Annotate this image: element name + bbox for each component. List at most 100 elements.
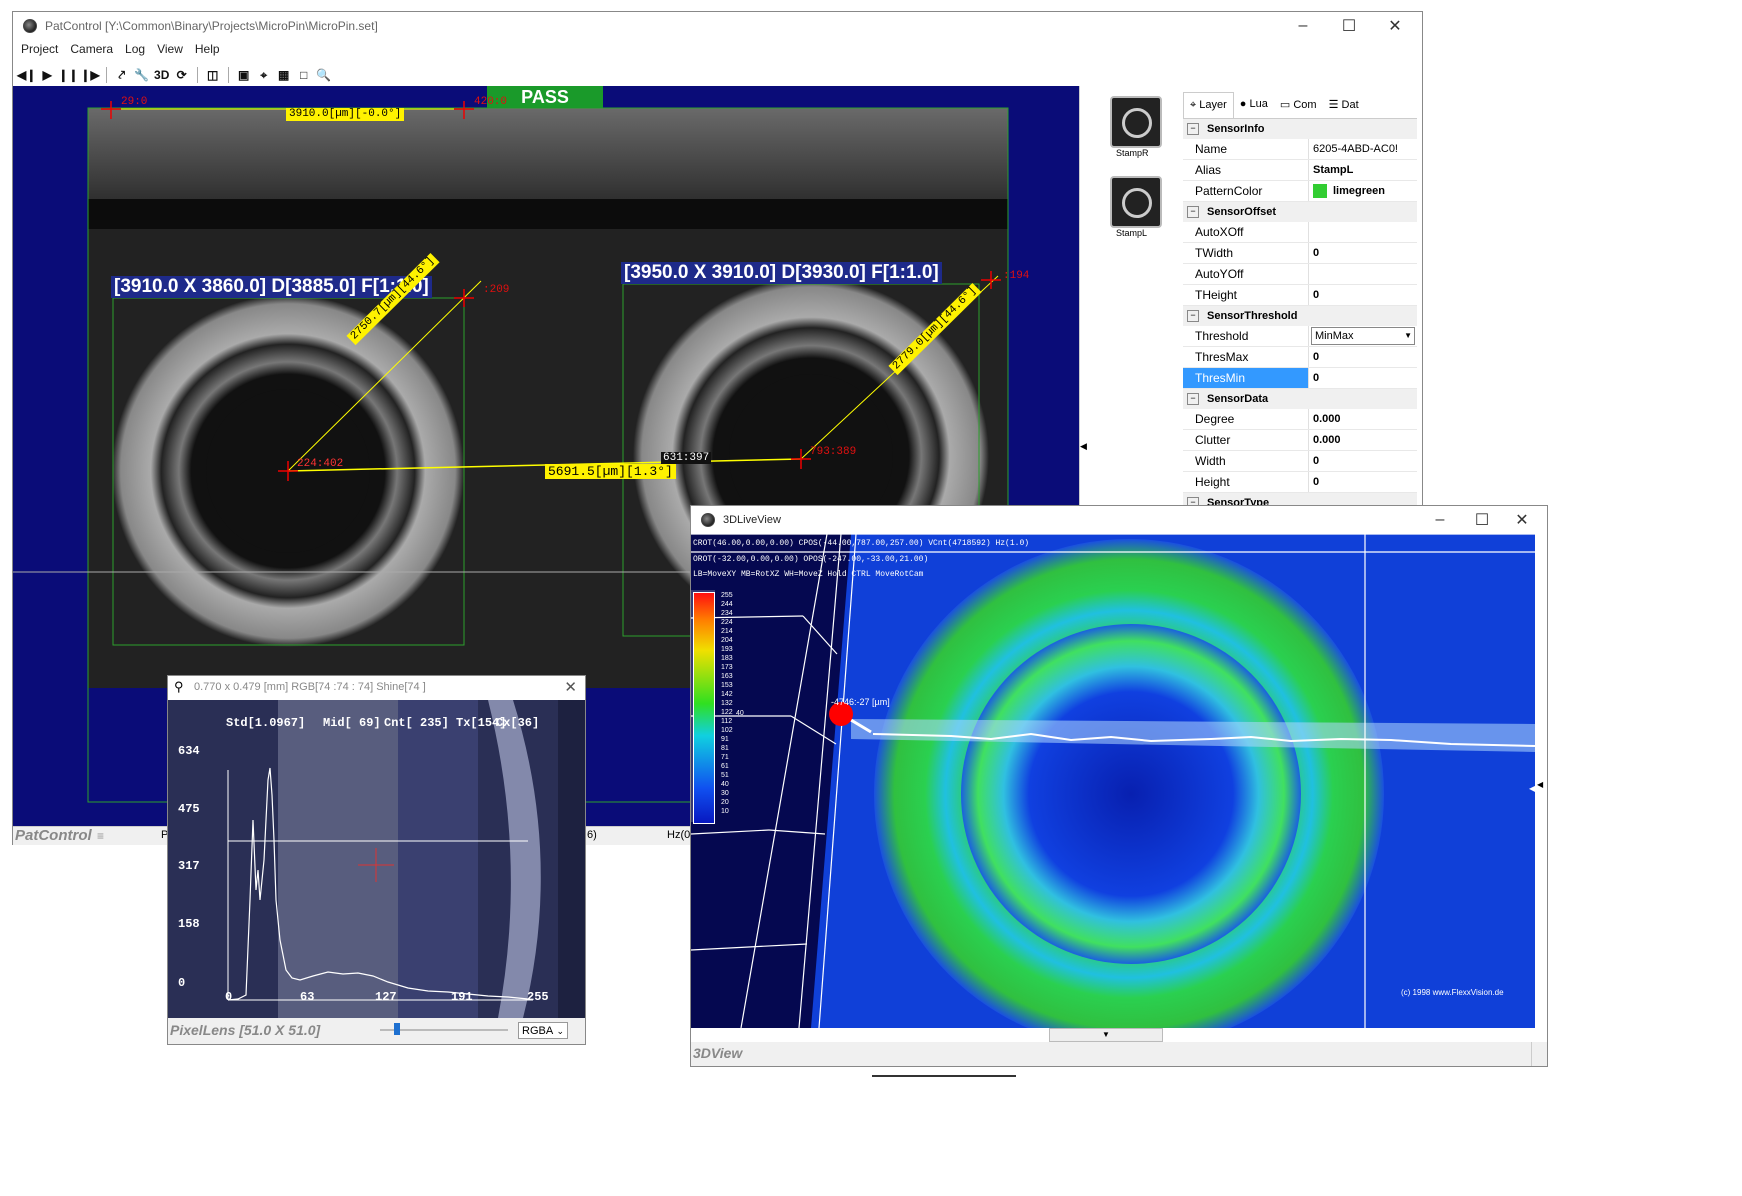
scale-value: 214	[721, 628, 733, 635]
property-row[interactable]: THeight 0	[1183, 285, 1417, 306]
lens-title-bar[interactable]: ⚲ 0.770 x 0.479 [mm] RGB[74 :74 : 74] Sh…	[168, 676, 585, 700]
play-icon[interactable]: ▶	[38, 65, 56, 85]
property-grid: − SensorInfo Name 6205-4ABD-AC0! Alias Stam…	[1183, 119, 1417, 506]
color-scale-labels: 255 244 234 224 214 204 193 183 173 163 …	[691, 534, 751, 834]
3d-status-bar: 3DView	[691, 1042, 1547, 1066]
scale-value: 173	[721, 664, 733, 671]
list-icon: ☰	[1328, 99, 1339, 111]
tab-lua[interactable]: ● Lua	[1234, 92, 1274, 118]
close-icon[interactable]: ✕	[1499, 506, 1545, 534]
stat-std: Std[1.0967]	[226, 716, 306, 730]
fit-icon[interactable]: ▣	[235, 65, 253, 85]
pixel-lens-window: ⚲ 0.770 x 0.479 [mm] RGB[74 :74 : 74] Sh…	[167, 675, 586, 1045]
step-forward-icon[interactable]: ❙▶	[80, 65, 99, 85]
property-panel: ⌖ Layer ● Lua ▭ Com ☰ Dat − SensorInfo Na…	[1183, 92, 1417, 506]
mid-point-label: 631:397	[661, 452, 712, 464]
menu-project[interactable]: Project	[15, 42, 64, 60]
category-sensorinfo[interactable]: − SensorInfo	[1183, 119, 1417, 139]
property-row[interactable]: Height 0	[1183, 472, 1417, 493]
threshold-select[interactable]: MinMax ▼	[1311, 327, 1415, 345]
property-row[interactable]: AutoYOff	[1183, 264, 1417, 285]
crop-icon[interactable]: ⌖	[255, 65, 273, 85]
property-row[interactable]: Width 0	[1183, 451, 1417, 472]
left-edge-point: :209	[483, 284, 510, 296]
scale-value: 153	[721, 682, 733, 689]
lens-histogram-view[interactable]: Std[1.0967] Mid[ 69] Cnt[ 235] Tx[154] C…	[168, 700, 585, 1018]
property-row[interactable]: Threshold MinMax ▼	[1183, 326, 1417, 347]
property-row[interactable]: PatternColor limegreen	[1183, 181, 1417, 202]
monitor-icon: ▭	[1279, 99, 1291, 111]
zoom-slider[interactable]	[380, 1023, 508, 1035]
scale-value: 234	[721, 610, 733, 617]
3d-live-view-window: 3DLiveView – ☐ ✕ 255 244 234 224 214 204…	[690, 505, 1548, 1067]
collapse-arrow-icon[interactable]: ◀	[1080, 441, 1087, 452]
menu-help[interactable]: Help	[189, 42, 226, 60]
lua-icon: ●	[1239, 98, 1247, 110]
property-row[interactable]: Name 6205-4ABD-AC0!	[1183, 139, 1417, 160]
info-line-2: OROT(-32.00,0.00,0.00) OPOS(-247.00,-33.…	[693, 555, 929, 564]
close-icon[interactable]: ✕	[1372, 12, 1418, 40]
property-row[interactable]: AutoXOff	[1183, 222, 1417, 243]
info-line-3: LB=MoveXY MB=RotXZ WH=MoveZ Hold CTRL Mo…	[693, 570, 924, 579]
scale-value: 10	[721, 808, 729, 815]
menu-log[interactable]: Log	[119, 42, 151, 60]
color-swatch	[1313, 184, 1327, 198]
category-sensoroffset[interactable]: − SensorOffset	[1183, 202, 1417, 222]
scale-value: 193	[721, 646, 733, 653]
minimize-icon[interactable]: –	[1417, 506, 1463, 534]
property-row[interactable]: Alias StampL	[1183, 160, 1417, 181]
scale-value: 122	[721, 709, 733, 716]
wrench-icon[interactable]: 🔧	[133, 65, 151, 85]
y-tick: 158	[178, 917, 200, 931]
category-sensordata[interactable]: − SensorData	[1183, 389, 1417, 409]
thumbnail-stampr[interactable]	[1110, 96, 1162, 148]
scale-value: 255	[721, 592, 733, 599]
desktop-line	[872, 1075, 1016, 1077]
probe-label: -4746:-27 [µm]	[831, 697, 890, 707]
copyright-text: (c) 1998 www.FlexxVision.de	[1401, 988, 1504, 997]
property-row[interactable]: Degree 0.000	[1183, 409, 1417, 430]
3d-dropdown-tab[interactable]: ▼	[1049, 1028, 1163, 1042]
right-edge-point: :194	[1003, 270, 1030, 282]
slider-thumb[interactable]	[394, 1023, 400, 1035]
step-back-icon[interactable]: ◀❙	[17, 65, 36, 85]
status-divider	[1531, 1042, 1532, 1066]
3d-status-text: 3DView	[693, 1045, 743, 1061]
tab-layer[interactable]: ⌖ Layer	[1183, 92, 1234, 118]
y-tick: 475	[178, 802, 200, 816]
thumbnail-stampl[interactable]	[1110, 176, 1162, 228]
app-icon	[701, 513, 715, 527]
frame-icon[interactable]: □	[295, 65, 313, 85]
title-bar[interactable]: PatControl [Y:\Common\Binary\Projects\Mi…	[13, 12, 1422, 40]
x-tick: 255	[527, 990, 549, 1004]
3d-viewport[interactable]: 255 244 234 224 214 204 193 183 173 163 …	[691, 534, 1535, 1028]
property-row[interactable]: Clutter 0.000	[1183, 430, 1417, 451]
property-row[interactable]: ThresMax 0	[1183, 347, 1417, 368]
maximize-icon[interactable]: ☐	[1326, 12, 1372, 40]
camera-rotate-icon[interactable]: ⟳	[173, 65, 191, 85]
histogram-icon[interactable]: ▦	[275, 65, 293, 85]
minimize-icon[interactable]: –	[1280, 12, 1326, 40]
3d-button[interactable]: 3D	[153, 65, 171, 85]
select-tool-icon[interactable]: ⤤	[113, 65, 131, 85]
property-row[interactable]: TWidth 0	[1183, 243, 1417, 264]
film-icon[interactable]: ◫	[204, 65, 222, 85]
category-sensorthreshold[interactable]: − SensorThreshold	[1183, 306, 1417, 326]
property-row[interactable]: ThresMin 0	[1183, 368, 1417, 389]
scale-value: 204	[721, 637, 733, 644]
pause-icon[interactable]: ❙❙	[58, 65, 78, 85]
close-icon[interactable]: ✕	[564, 678, 577, 696]
stat-cx: Cx[36]	[496, 716, 540, 730]
menu-view[interactable]: View	[151, 42, 189, 60]
mode-select[interactable]: RGBA ⌄	[518, 1022, 568, 1039]
tab-dat[interactable]: ☰ Dat	[1323, 92, 1365, 118]
side-arrow-icon[interactable]: ◀	[1537, 780, 1543, 789]
scale-value: 91	[721, 736, 729, 743]
zoom-icon[interactable]: 🔍	[315, 65, 333, 85]
thumbnail-label: StampL	[1116, 228, 1148, 238]
menu-camera[interactable]: Camera	[64, 42, 119, 60]
info-line-1: CROT(46.00,0.00,0.00) CPOS(-44.00,787.00…	[693, 539, 1030, 548]
lens-status-bar: PixelLens [51.0 X 51.0] RGBA ⌄	[168, 1018, 585, 1044]
layer-icon: ⌖	[1190, 99, 1197, 111]
tab-com[interactable]: ▭ Com	[1274, 92, 1323, 118]
